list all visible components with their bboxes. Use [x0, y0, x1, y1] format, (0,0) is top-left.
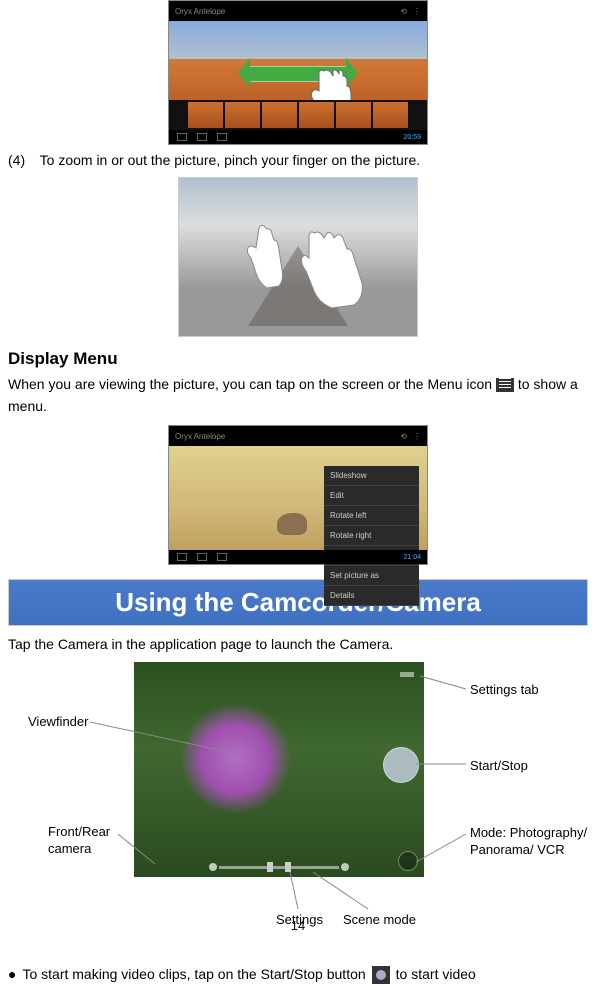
menu-item-rotate-left: Rotate left [324, 506, 419, 526]
callout-viewfinder: Viewfinder [28, 714, 88, 729]
callout-mode: Mode: Photography/ Panorama/ VCR [470, 825, 596, 859]
display-menu-heading: Display Menu [8, 349, 588, 369]
pinch-gesture-screenshot [178, 177, 418, 337]
menu-item-set-as: Set picture as [324, 566, 419, 586]
camera-viewfinder-screenshot [134, 662, 424, 877]
section-banner: Using the Camcorder/Camera [8, 579, 588, 626]
hand-pinch-right-icon [294, 223, 374, 318]
menu-item-slideshow: Slideshow [324, 466, 419, 486]
camera-shutter-icon [383, 747, 419, 783]
record-button-icon [372, 966, 390, 984]
callout-front-rear: Front/Rear camera [48, 824, 128, 858]
page-number: 14 [291, 918, 305, 933]
bullet-icon: ● [8, 964, 16, 985]
camera-diagram: Viewfinder Front/Rear camera Settings Sc… [8, 662, 588, 942]
instruction-text: To zoom in or out the picture, pinch you… [40, 152, 421, 168]
camera-mode-icon [398, 851, 418, 871]
display-menu-screenshot: Oryx Antelope ⟲⋮ Slideshow Edit Rotate l… [168, 425, 428, 565]
menu-item-rotate-right: Rotate right [324, 526, 419, 546]
swipe-gesture-screenshot: Oryx Antelope ⟲⋮ 20:59 [168, 0, 428, 145]
menu-icon [496, 378, 514, 392]
camera-intro-text: Tap the Camera in the application page t… [8, 636, 588, 652]
camera-settings-tab-icon [400, 672, 414, 677]
menu-item-edit: Edit [324, 486, 419, 506]
start-video-instruction: ● To start making video clips, tap on th… [8, 964, 588, 985]
menu-item-details: Details [324, 586, 419, 606]
tablet-time: 20:59 [403, 134, 427, 141]
display-menu-text: When you are viewing the picture, you ca… [8, 373, 588, 418]
hand-pinch-left-icon [234, 218, 289, 298]
instruction-4: (4) To zoom in or out the picture, pinch… [8, 151, 588, 171]
tablet-title: Oryx Antelope [175, 7, 225, 16]
camera-bottom-slider [219, 866, 339, 869]
instruction-number: (4) [8, 151, 36, 171]
callout-settings-tab: Settings tab [470, 682, 539, 697]
callout-start-stop: Start/Stop [470, 758, 528, 773]
picture-context-menu: Slideshow Edit Rotate left Rotate right … [324, 466, 419, 606]
callout-scene-mode: Scene mode [343, 912, 416, 927]
